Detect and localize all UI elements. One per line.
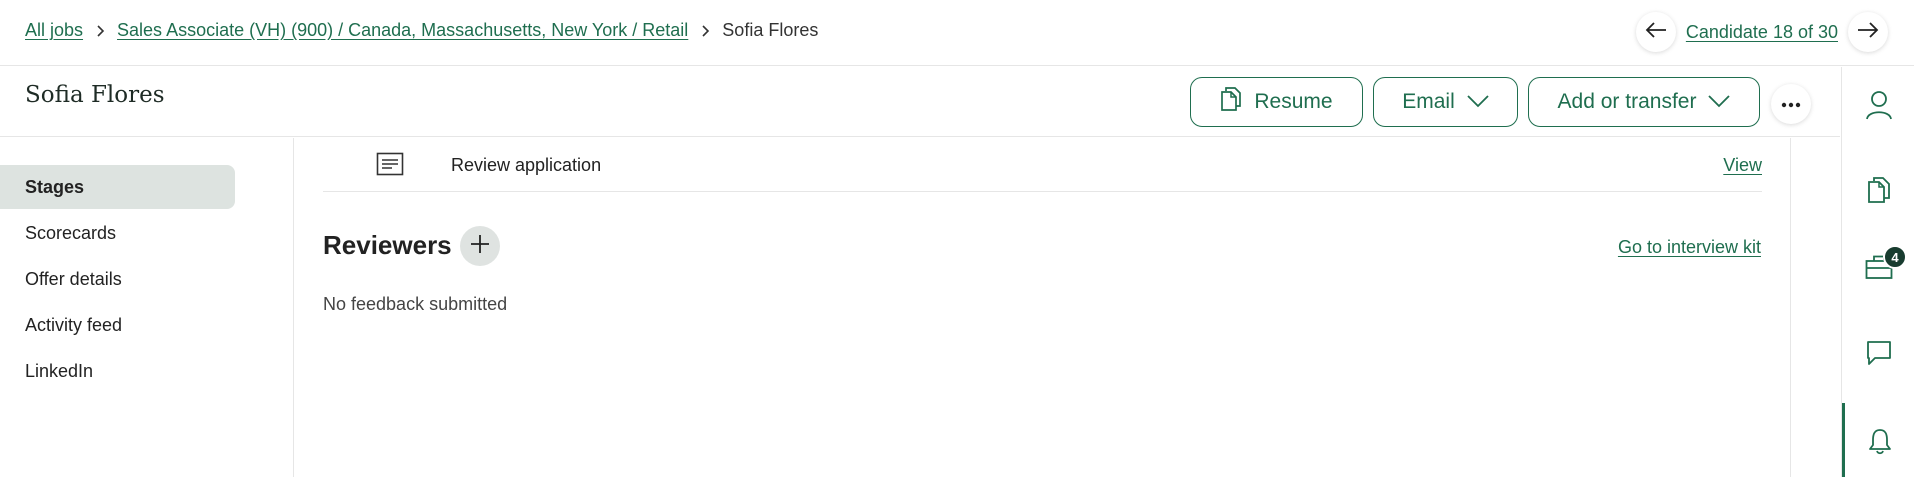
bell-icon <box>1868 427 1892 460</box>
chevron-down-icon <box>1708 90 1731 114</box>
nav-item-linkedin[interactable]: LinkedIn <box>0 349 235 393</box>
chevron-right-icon <box>95 24 105 38</box>
view-link[interactable]: View <box>1723 155 1762 176</box>
jobs-count-badge: 4 <box>1883 245 1907 269</box>
breadcrumb-current: Sofia Flores <box>722 20 819 40</box>
chat-icon <box>1866 340 1892 371</box>
document-lines-icon <box>376 152 404 181</box>
breadcrumb-all-jobs[interactable]: All jobs <box>25 20 83 41</box>
no-feedback-text: No feedback submitted <box>323 294 508 314</box>
email-button-label: Email <box>1402 90 1455 113</box>
person-icon <box>1865 90 1892 125</box>
nav-item-scorecards[interactable]: Scorecards <box>0 211 235 255</box>
add-or-transfer-button[interactable]: Add or transfer <box>1528 77 1760 127</box>
resume-button[interactable]: Resume <box>1190 77 1363 127</box>
right-rail: 4 <box>1841 67 1914 477</box>
rail-notifications-button[interactable] <box>1842 403 1914 477</box>
candidate-count-link[interactable]: Candidate 18 of 30 <box>1686 22 1838 43</box>
documents-icon <box>1867 176 1891 209</box>
more-actions-button[interactable] <box>1771 84 1811 124</box>
email-button[interactable]: Email <box>1373 77 1518 127</box>
arrow-right-icon <box>1857 21 1879 44</box>
breadcrumb-job[interactable]: Sales Associate (VH) (900) / Canada, Mas… <box>117 20 688 41</box>
add-reviewer-button[interactable] <box>460 226 500 266</box>
rail-documents-button[interactable] <box>1842 152 1914 232</box>
candidate-name: Sofia Flores <box>25 82 165 108</box>
candidate-navigation: Candidate 18 of 30 <box>1635 12 1888 52</box>
rail-chat-button[interactable] <box>1842 315 1914 395</box>
add-or-transfer-label: Add or transfer <box>1557 90 1697 113</box>
documents-icon <box>1220 86 1242 118</box>
previous-candidate-button[interactable] <box>1635 12 1676 52</box>
interview-kit-link[interactable]: Go to interview kit <box>1618 237 1761 258</box>
resume-button-label: Resume <box>1254 90 1333 113</box>
candidate-section-nav: Stages Scorecards Offer details Activity… <box>0 138 294 477</box>
arrow-left-icon <box>1645 21 1667 44</box>
review-application-label: Review application <box>451 155 602 175</box>
rail-profile-button[interactable] <box>1842 67 1914 147</box>
nav-item-offer-details[interactable]: Offer details <box>0 257 235 301</box>
candidate-header: Sofia Flores Resume Email Add or transfe… <box>0 67 1840 137</box>
breadcrumb: All jobs Sales Associate (VH) (900) / Ca… <box>25 20 818 41</box>
rail-jobs-button[interactable]: 4 <box>1842 229 1914 309</box>
stages-panel: Review application View Reviewers Go to … <box>295 138 1791 477</box>
chevron-right-icon <box>700 24 710 38</box>
nav-item-activity-feed[interactable]: Activity feed <box>0 303 235 347</box>
review-application-row: Review application View <box>323 138 1762 192</box>
nav-item-stages[interactable]: Stages <box>0 165 235 209</box>
more-horizontal-icon <box>1781 95 1801 113</box>
next-candidate-button[interactable] <box>1848 12 1888 52</box>
reviewers-heading: Reviewers <box>323 230 452 260</box>
chevron-down-icon <box>1467 90 1489 114</box>
top-bar: All jobs Sales Associate (VH) (900) / Ca… <box>0 0 1914 66</box>
plus-icon <box>470 234 490 259</box>
